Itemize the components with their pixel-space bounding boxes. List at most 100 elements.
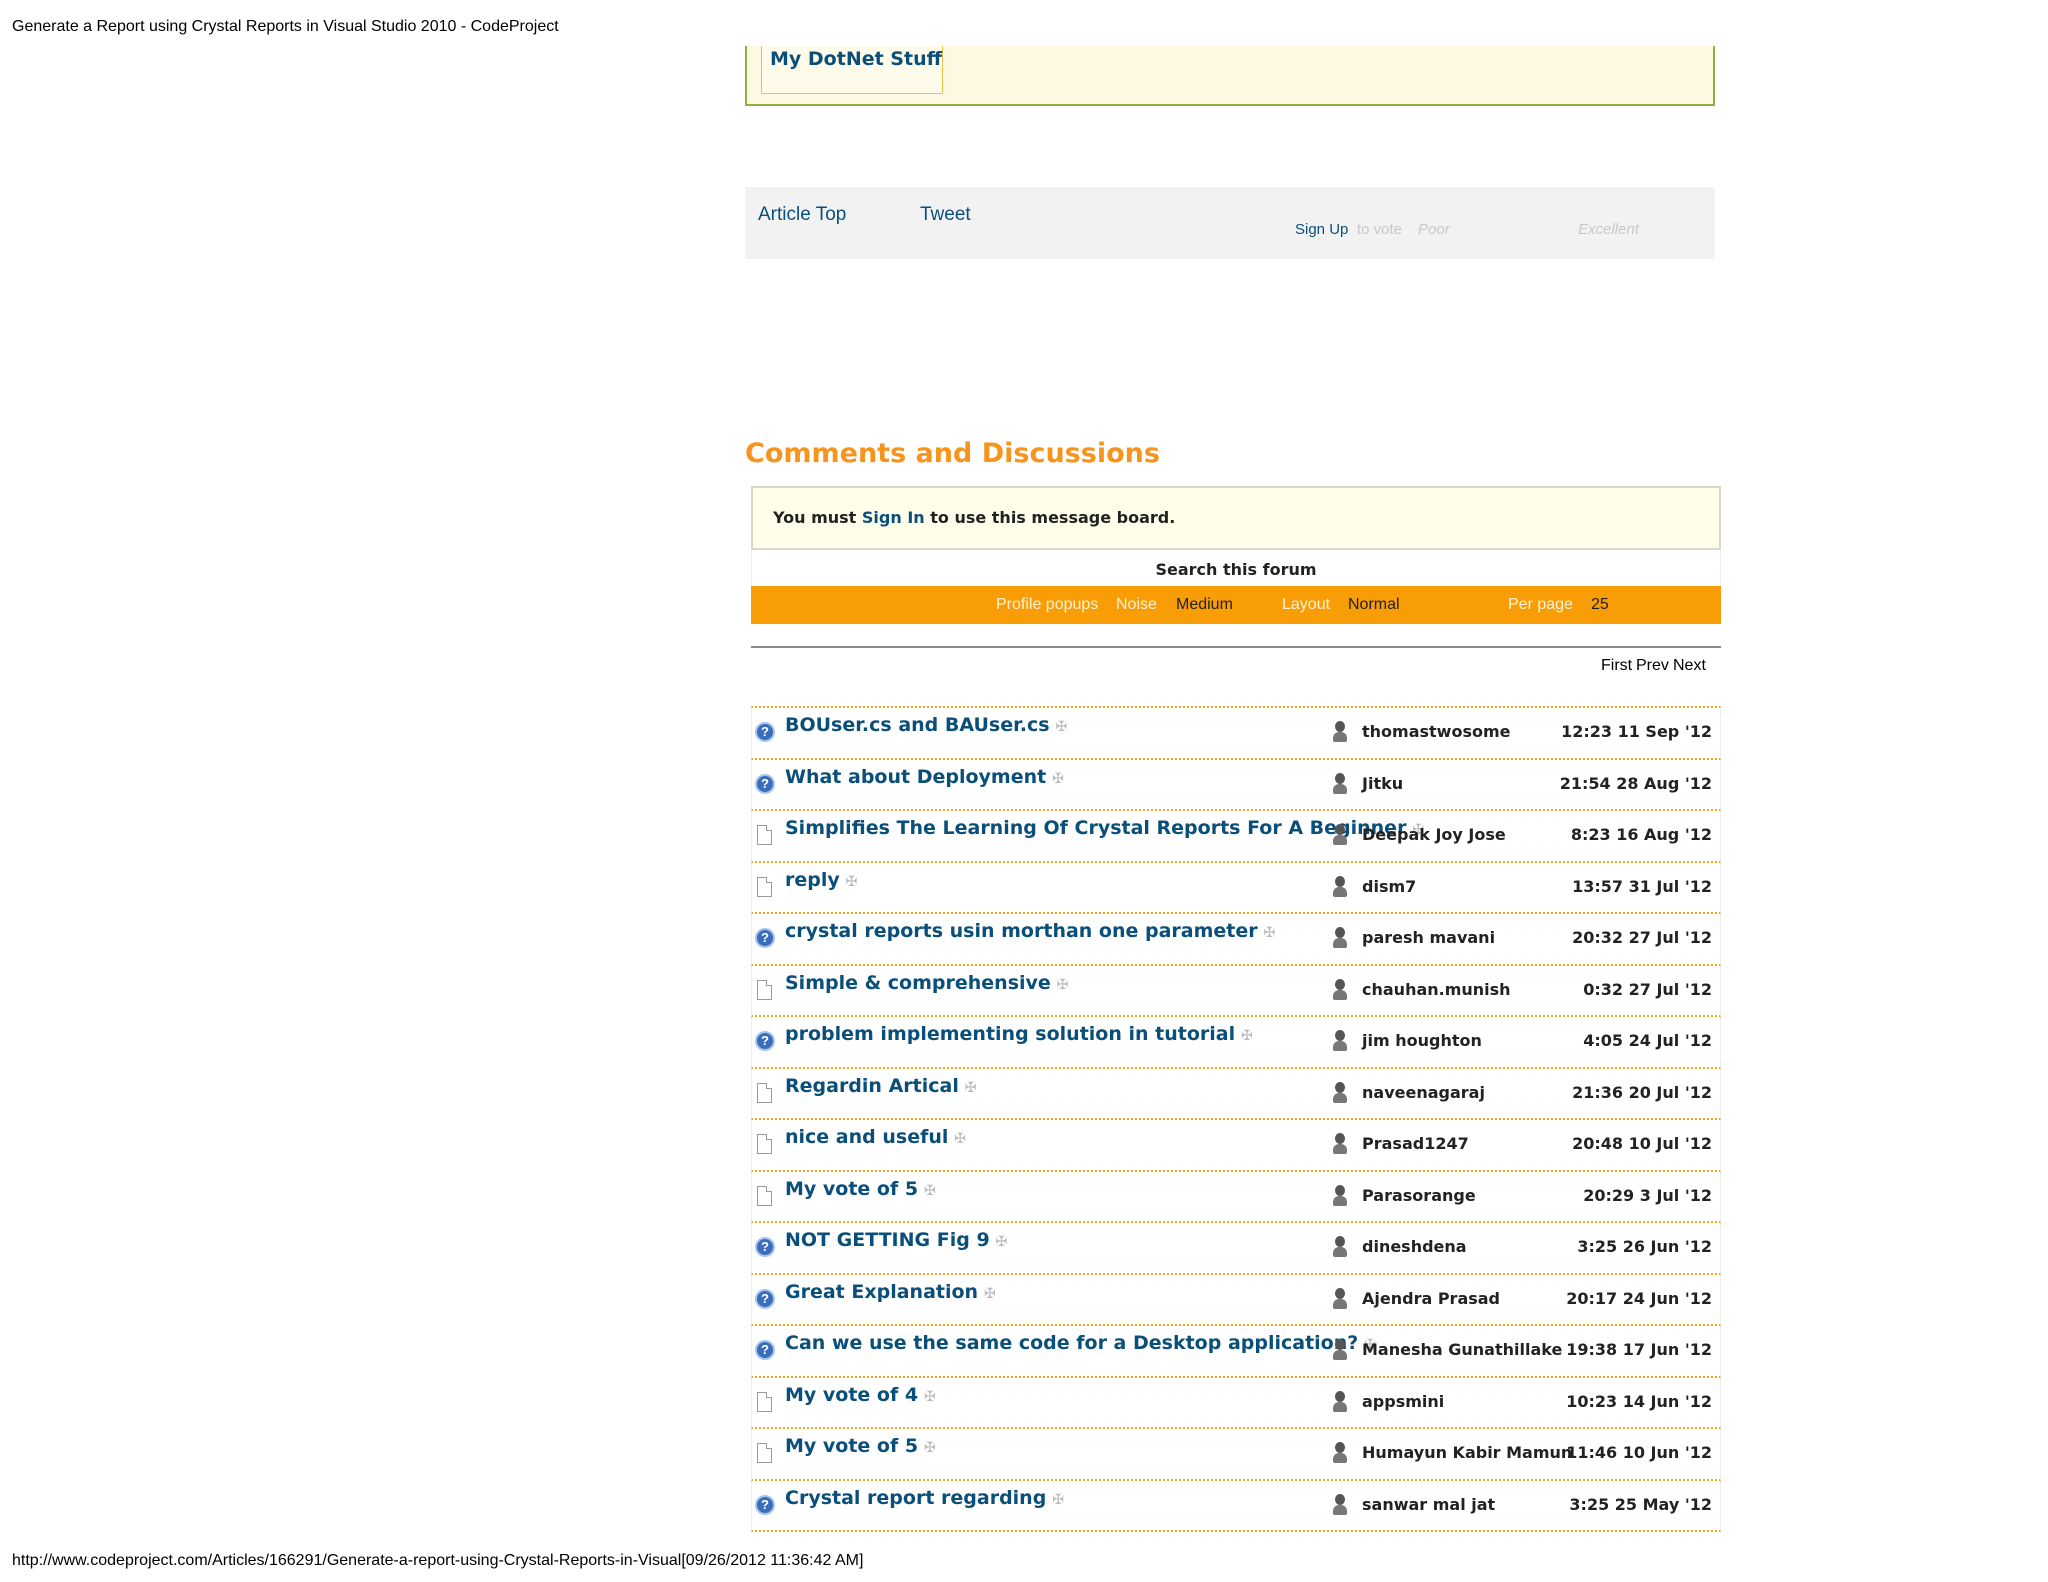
member-avatar-icon[interactable] (1332, 1390, 1348, 1413)
layout-select[interactable]: Normal (1348, 596, 1400, 614)
member-avatar-icon[interactable] (1332, 1133, 1348, 1155)
vote-bar: Article Top Tweet Sign Up to vote Poor E… (745, 187, 1715, 259)
message-subject-text[interactable]: reply (785, 869, 840, 891)
message-subject-text[interactable]: BOUser.cs and BAUser.cs (785, 714, 1050, 736)
message-subject[interactable]: Great Explanation ✠ (785, 1281, 996, 1303)
pin-icon[interactable]: ✠ (954, 1131, 966, 1147)
signin-notice: You must Sign In to use this message boa… (751, 486, 1721, 550)
per-page-select[interactable]: 25 (1591, 596, 1609, 614)
member-avatar-icon[interactable] (1332, 721, 1348, 743)
pager-next[interactable]: Next (1673, 657, 1706, 675)
message-subject-text[interactable]: My vote of 5 (785, 1435, 918, 1457)
message-subject-text[interactable]: problem implementing solution in tutoria… (785, 1023, 1235, 1045)
document-icon (757, 825, 772, 845)
pin-icon[interactable]: ✠ (924, 1389, 936, 1405)
message-subject[interactable]: Crystal report regarding ✠ (785, 1487, 1064, 1509)
message-subject-text[interactable]: Simplifies The Learning Of Crystal Repor… (785, 817, 1406, 839)
member-avatar-icon[interactable] (1332, 824, 1348, 846)
message-subject[interactable]: reply ✠ (785, 869, 858, 891)
message-author[interactable]: Manesha Gunathillake (1362, 1340, 1562, 1359)
member-avatar-icon[interactable] (1332, 1030, 1348, 1052)
message-subject-text[interactable]: My vote of 5 (785, 1178, 918, 1200)
message-subject[interactable]: nice and useful ✠ (785, 1126, 966, 1148)
member-avatar-icon[interactable] (1332, 1493, 1348, 1516)
message-date: 0:32 27 Jul '12 (1583, 979, 1712, 999)
message-row: Simple & comprehensive ✠ chauhan.munish 0:3… (751, 965, 1721, 1017)
message-subject[interactable]: problem implementing solution in tutoria… (785, 1023, 1253, 1045)
message-author[interactable]: jim houghton (1362, 1031, 1482, 1050)
message-author[interactable]: Deepak Joy Jose (1362, 825, 1506, 844)
message-author[interactable]: dism7 (1362, 877, 1416, 896)
pin-icon[interactable]: ✠ (1241, 1028, 1253, 1044)
sign-in-link[interactable]: Sign In (862, 508, 925, 527)
message-subject-text[interactable]: My vote of 4 (785, 1384, 918, 1406)
message-subject[interactable]: crystal reports usin morthan one paramet… (785, 920, 1275, 942)
message-author[interactable]: Humayun Kabir Mamun (1362, 1443, 1572, 1462)
message-subject-text[interactable]: Regardin Artical (785, 1075, 959, 1097)
message-subject-text[interactable]: Can we use the same code for a Desktop a… (785, 1332, 1358, 1354)
author-link[interactable]: My DotNet Stuff (770, 48, 942, 70)
member-avatar-icon[interactable] (1332, 875, 1348, 898)
message-date: 19:38 17 Jun '12 (1566, 1340, 1712, 1359)
pin-icon[interactable]: ✠ (924, 1183, 936, 1199)
member-avatar-icon[interactable] (1332, 1184, 1348, 1207)
message-author[interactable]: sanwar mal jat (1362, 1495, 1495, 1514)
message-subject-text[interactable]: What about Deployment (785, 766, 1046, 788)
message-author[interactable]: naveenagaraj (1362, 1083, 1485, 1102)
message-subject[interactable]: What about Deployment ✠ (785, 766, 1064, 788)
message-subject[interactable]: Can we use the same code for a Desktop a… (785, 1332, 1376, 1354)
noise-label: Noise (1116, 596, 1157, 613)
message-author[interactable]: Jitku (1362, 774, 1403, 793)
noise-select[interactable]: Medium (1176, 596, 1233, 614)
article-top-link[interactable]: Article Top (758, 204, 846, 226)
message-subject[interactable]: NOT GETTING Fig 9 ✠ (785, 1229, 1007, 1251)
message-author[interactable]: chauhan.munish (1362, 980, 1511, 999)
discussions-heading: Comments and Discussions (745, 438, 1160, 469)
member-avatar-icon[interactable] (1332, 1236, 1348, 1258)
member-avatar-icon[interactable] (1332, 772, 1348, 795)
message-subject[interactable]: Regardin Artical ✠ (785, 1075, 977, 1097)
message-author[interactable]: Ajendra Prasad (1362, 1289, 1500, 1308)
message-subject[interactable]: Simple & comprehensive ✠ (785, 972, 1069, 994)
member-avatar-icon[interactable] (1332, 1287, 1348, 1310)
message-author[interactable]: Prasad1247 (1362, 1134, 1469, 1153)
member-avatar-icon[interactable] (1332, 1442, 1348, 1464)
message-subject-text[interactable]: Simple & comprehensive (785, 972, 1051, 994)
message-subject[interactable]: Simplifies The Learning Of Crystal Repor… (785, 817, 1424, 839)
message-author[interactable]: appsmini (1362, 1392, 1444, 1411)
message-author[interactable]: dineshdena (1362, 1237, 1467, 1256)
message-subject-text[interactable]: crystal reports usin morthan one paramet… (785, 920, 1258, 942)
pin-icon[interactable]: ✠ (1057, 977, 1069, 993)
pin-icon[interactable]: ✠ (924, 1440, 936, 1456)
message-author[interactable]: paresh mavani (1362, 928, 1495, 947)
message-subject-text[interactable]: Crystal report regarding (785, 1487, 1046, 1509)
pin-icon[interactable]: ✠ (996, 1234, 1008, 1250)
message-subject[interactable]: BOUser.cs and BAUser.cs ✠ (785, 714, 1067, 736)
message-author[interactable]: thomastwosome (1362, 722, 1510, 741)
profile-popups-toggle[interactable]: Profile popups (996, 596, 1098, 614)
pin-icon[interactable]: ✠ (1052, 771, 1064, 787)
message-subject-text[interactable]: NOT GETTING Fig 9 (785, 1229, 990, 1251)
pin-icon[interactable]: ✠ (965, 1080, 977, 1096)
member-avatar-icon[interactable] (1332, 1339, 1348, 1361)
message-subject[interactable]: My vote of 5 ✠ (785, 1178, 936, 1200)
message-author[interactable]: Parasorange (1362, 1186, 1476, 1205)
message-subject[interactable]: My vote of 5 ✠ (785, 1435, 936, 1457)
message-subject[interactable]: My vote of 4 ✠ (785, 1384, 936, 1406)
pin-icon[interactable]: ✠ (1056, 719, 1068, 735)
member-avatar-icon[interactable] (1332, 927, 1348, 949)
member-avatar-icon[interactable] (1332, 978, 1348, 1001)
tweet-button[interactable]: Tweet (920, 204, 971, 226)
pin-icon[interactable]: ✠ (846, 874, 858, 890)
vote-poor-label: Poor (1418, 221, 1450, 238)
member-avatar-icon[interactable] (1332, 1081, 1348, 1104)
message-subject-text[interactable]: nice and useful (785, 1126, 948, 1148)
message-date: 20:48 10 Jul '12 (1572, 1134, 1712, 1153)
pin-icon[interactable]: ✠ (1052, 1492, 1064, 1508)
sign-up-link[interactable]: Sign Up (1295, 221, 1348, 238)
message-subject-text[interactable]: Great Explanation (785, 1281, 978, 1303)
vote-excellent-label: Excellent (1578, 221, 1639, 238)
search-forum-link[interactable]: Search this forum (751, 550, 1721, 586)
pin-icon[interactable]: ✠ (984, 1286, 996, 1302)
pin-icon[interactable]: ✠ (1264, 925, 1276, 941)
